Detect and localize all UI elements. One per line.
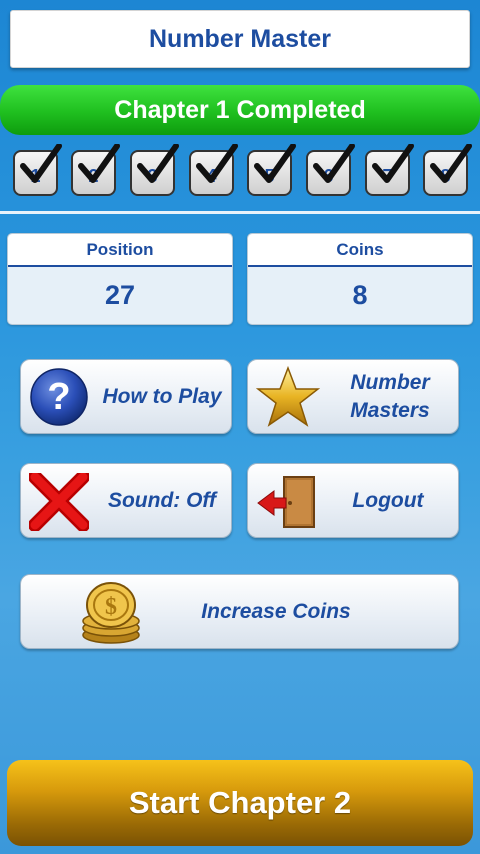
position-stat: Position 27 (7, 233, 233, 325)
checkmark-icon (372, 144, 414, 183)
level-4-checkbox[interactable]: 4 (189, 144, 238, 196)
number-masters-label: Number Masters (330, 369, 450, 425)
position-label: Position (8, 234, 232, 267)
checkmark-icon (254, 144, 296, 183)
checkmark-icon (196, 144, 238, 183)
coins-stat: Coins 8 (247, 233, 473, 325)
coins-value: 8 (352, 280, 368, 310)
number-masters-label-line2: Masters (350, 398, 430, 422)
level-1-checkbox[interactable]: 1 (13, 144, 62, 196)
level-3-checkbox[interactable]: 3 (130, 144, 179, 196)
coin-stack-icon: $ (82, 582, 140, 644)
level-7-checkbox[interactable]: 7 (365, 144, 414, 196)
svg-text:?: ? (47, 376, 70, 418)
title-bar: Number Master (10, 10, 470, 68)
level-5-checkbox[interactable]: 5 (247, 144, 296, 196)
increase-coins-button[interactable]: $ Increase Coins (20, 574, 459, 649)
number-masters-button[interactable]: Number Masters (247, 359, 459, 434)
logout-label: Logout (352, 488, 424, 512)
chapter-status: Chapter 1 Completed (114, 95, 366, 124)
checkmark-icon (78, 144, 120, 183)
svg-text:$: $ (105, 594, 117, 620)
level-progress: 1 2 3 4 5 6 7 8 (13, 144, 473, 200)
sound-label: Sound: Off (107, 488, 217, 512)
checkmark-icon (137, 144, 179, 183)
how-to-play-button[interactable]: ? How to Play (20, 359, 232, 434)
number-masters-label-line1: Number (350, 370, 430, 394)
door-exit-icon (257, 476, 315, 528)
divider (0, 211, 480, 214)
level-8-checkbox[interactable]: 8 (423, 144, 472, 196)
start-chapter-label: Start Chapter 2 (128, 785, 352, 820)
sound-toggle-button[interactable]: Sound: Off (20, 463, 232, 538)
checkmark-icon (20, 144, 62, 183)
increase-coins-label: Increase Coins (201, 599, 351, 623)
question-icon: ? (30, 368, 88, 426)
logout-button[interactable]: Logout (247, 463, 459, 538)
star-icon (256, 366, 320, 427)
app-title: Number Master (149, 24, 331, 53)
level-2-checkbox[interactable]: 2 (71, 144, 120, 196)
checkmark-icon (430, 144, 472, 183)
chapter-banner: Chapter 1 Completed (0, 85, 480, 135)
checkmark-icon (313, 144, 355, 183)
red-x-icon (29, 473, 89, 531)
level-6-checkbox[interactable]: 6 (306, 144, 355, 196)
position-value: 27 (104, 280, 136, 310)
how-to-play-label: How to Play (102, 384, 222, 408)
start-chapter-button[interactable]: Start Chapter 2 (7, 760, 473, 846)
coins-label: Coins (248, 234, 472, 267)
